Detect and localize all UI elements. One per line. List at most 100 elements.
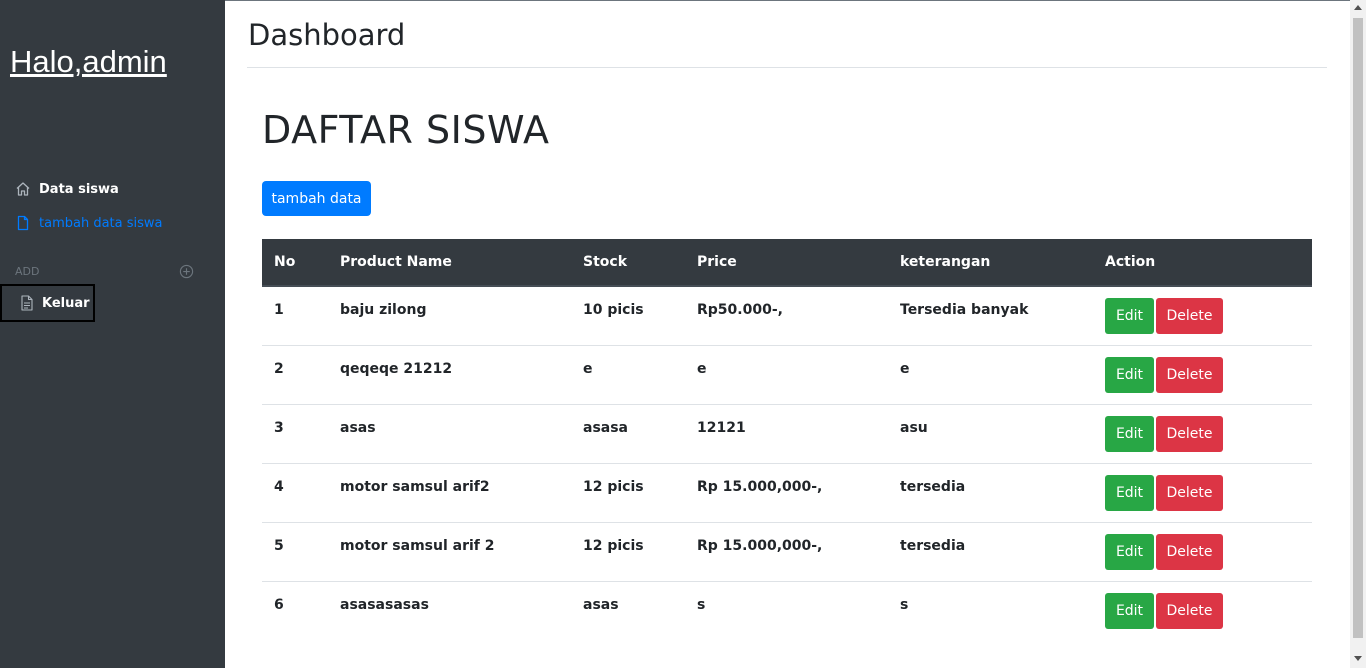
cell-action: Edit Delete xyxy=(1093,286,1312,345)
cell-stock-text: 10 picis xyxy=(583,301,644,318)
table-row: 1 baju zilong 10 picis Rp50.000-, Tersedia b… xyxy=(262,286,1312,345)
edit-button[interactable]: Edit xyxy=(1105,415,1154,452)
cell-no-text: 3 xyxy=(274,419,284,436)
divider xyxy=(247,67,1327,68)
add-data-button[interactable]: tambah data xyxy=(262,181,371,216)
sidebar-item-label: Data siswa xyxy=(39,181,119,197)
cell-product-name-text: asas xyxy=(340,419,376,436)
cell-no: 5 xyxy=(262,521,328,581)
column-header-keterangan: keterangan xyxy=(888,239,1093,287)
cell-price-text: e xyxy=(697,360,707,377)
edit-button[interactable]: Edit xyxy=(1105,297,1154,334)
cell-keterangan: asu xyxy=(888,403,1093,463)
cell-no-text: 4 xyxy=(274,478,284,495)
cell-no: 4 xyxy=(262,462,328,522)
sidebar-item-label: tambah data siswa xyxy=(39,215,163,231)
cell-price: s xyxy=(685,580,888,640)
column-header-stock: Stock xyxy=(571,239,685,287)
sidebar-item-data-siswa[interactable]: Data siswa xyxy=(15,181,119,197)
cell-keterangan-text: asu xyxy=(900,419,928,436)
scrollbar-thumb[interactable] xyxy=(1353,18,1363,638)
home-icon xyxy=(16,182,30,196)
cell-stock: 12 picis xyxy=(571,462,685,522)
delete-button[interactable]: Delete xyxy=(1156,415,1223,452)
cell-stock-text: asas xyxy=(583,596,619,613)
cell-stock-text: e xyxy=(583,360,593,377)
delete-button[interactable]: Delete xyxy=(1156,356,1223,393)
cell-keterangan: tersedia xyxy=(888,521,1093,581)
cell-price-text: Rp50.000-, xyxy=(697,301,783,318)
edit-button[interactable]: Edit xyxy=(1105,592,1154,629)
sidebar-section-heading: ADD xyxy=(15,265,40,278)
delete-button[interactable]: Delete xyxy=(1156,297,1223,334)
cell-keterangan: tersedia xyxy=(888,462,1093,522)
cell-keterangan-text: tersedia xyxy=(900,478,966,495)
cell-no-text: 6 xyxy=(274,596,284,613)
scroll-up-arrow-icon[interactable] xyxy=(1354,5,1362,10)
cell-action: Edit Delete xyxy=(1093,521,1312,581)
cell-price: e xyxy=(685,344,888,404)
column-header-no: No xyxy=(262,239,328,287)
cell-price: 12121 xyxy=(685,403,888,463)
cell-product-name: baju zilong xyxy=(328,286,571,345)
plus-circle-icon[interactable] xyxy=(179,264,194,279)
cell-price-text: s xyxy=(697,596,706,613)
cell-no: 3 xyxy=(262,403,328,463)
vertical-scrollbar[interactable] xyxy=(1350,0,1366,668)
page-title: Dashboard xyxy=(248,18,406,52)
cell-stock: asas xyxy=(571,580,685,640)
sidebar-item-tambah-data-siswa[interactable]: tambah data siswa xyxy=(15,215,163,231)
column-header-product-name: Product Name xyxy=(328,239,571,287)
file-text-icon xyxy=(21,295,33,311)
cell-product-name: asas xyxy=(328,403,571,463)
table-header-row: No Product Name Stock Price keterangan A… xyxy=(262,239,1312,287)
column-header-price: Price xyxy=(685,239,888,287)
cell-no: 6 xyxy=(262,580,328,640)
cell-no-text: 5 xyxy=(274,537,284,554)
cell-stock: asasa xyxy=(571,403,685,463)
cell-price-text: Rp 15.000,000-, xyxy=(697,537,823,554)
cell-product-name-text: motor samsul arif 2 xyxy=(340,537,495,554)
cell-price: Rp 15.000,000-, xyxy=(685,462,888,522)
delete-button[interactable]: Delete xyxy=(1156,592,1223,629)
cell-no-text: 1 xyxy=(274,301,284,318)
scroll-down-arrow-icon[interactable] xyxy=(1354,656,1362,661)
cell-keterangan: Tersedia banyak xyxy=(888,286,1093,345)
edit-button[interactable]: Edit xyxy=(1105,474,1154,511)
edit-button[interactable]: Edit xyxy=(1105,533,1154,570)
top-border xyxy=(225,0,1350,1)
sidebar: Halo,admin Data siswa tambah data siswa … xyxy=(0,0,225,668)
cell-product-name-text: motor samsul arif2 xyxy=(340,478,490,495)
cell-keterangan-text: Tersedia banyak xyxy=(900,301,1029,318)
brand-link[interactable]: Halo,admin xyxy=(10,44,167,80)
table-row: 5 motor samsul arif 2 12 picis Rp 15.000,00… xyxy=(262,521,1312,581)
logout-button[interactable]: Keluar xyxy=(0,284,95,322)
cell-product-name: motor samsul arif 2 xyxy=(328,521,571,581)
cell-product-name-text: qeqeqe 21212 xyxy=(340,360,453,377)
cell-keterangan-text: tersedia xyxy=(900,537,966,554)
cell-product-name-text: baju zilong xyxy=(340,301,427,318)
section-heading: DAFTAR SISWA xyxy=(262,108,550,152)
cell-product-name-text: asasasasas xyxy=(340,596,429,613)
table-row: 3 asas asasa 12121 asu Edit Delete xyxy=(262,403,1312,463)
table-body: 1 baju zilong 10 picis Rp50.000-, Tersedia b… xyxy=(262,286,1312,640)
cell-action: Edit Delete xyxy=(1093,580,1312,640)
edit-button[interactable]: Edit xyxy=(1105,356,1154,393)
cell-keterangan: e xyxy=(888,344,1093,404)
cell-no-text: 2 xyxy=(274,360,284,377)
cell-price-text: Rp 15.000,000-, xyxy=(697,478,823,495)
cell-action: Edit Delete xyxy=(1093,403,1312,463)
cell-no: 2 xyxy=(262,344,328,404)
delete-button[interactable]: Delete xyxy=(1156,533,1223,570)
cell-stock-text: 12 picis xyxy=(583,537,644,554)
file-icon xyxy=(17,215,29,231)
cell-keterangan-text: e xyxy=(900,360,910,377)
cell-stock-text: asasa xyxy=(583,419,629,436)
cell-keterangan: s xyxy=(888,580,1093,640)
table-row: 4 motor samsul arif2 12 picis Rp 15.000,000… xyxy=(262,462,1312,522)
logout-label: Keluar xyxy=(42,295,90,311)
delete-button[interactable]: Delete xyxy=(1156,474,1223,511)
cell-product-name: qeqeqe 21212 xyxy=(328,344,571,404)
table-row: 6 asasasasas asas s s Edit Delete xyxy=(262,580,1312,640)
cell-price: Rp50.000-, xyxy=(685,286,888,345)
